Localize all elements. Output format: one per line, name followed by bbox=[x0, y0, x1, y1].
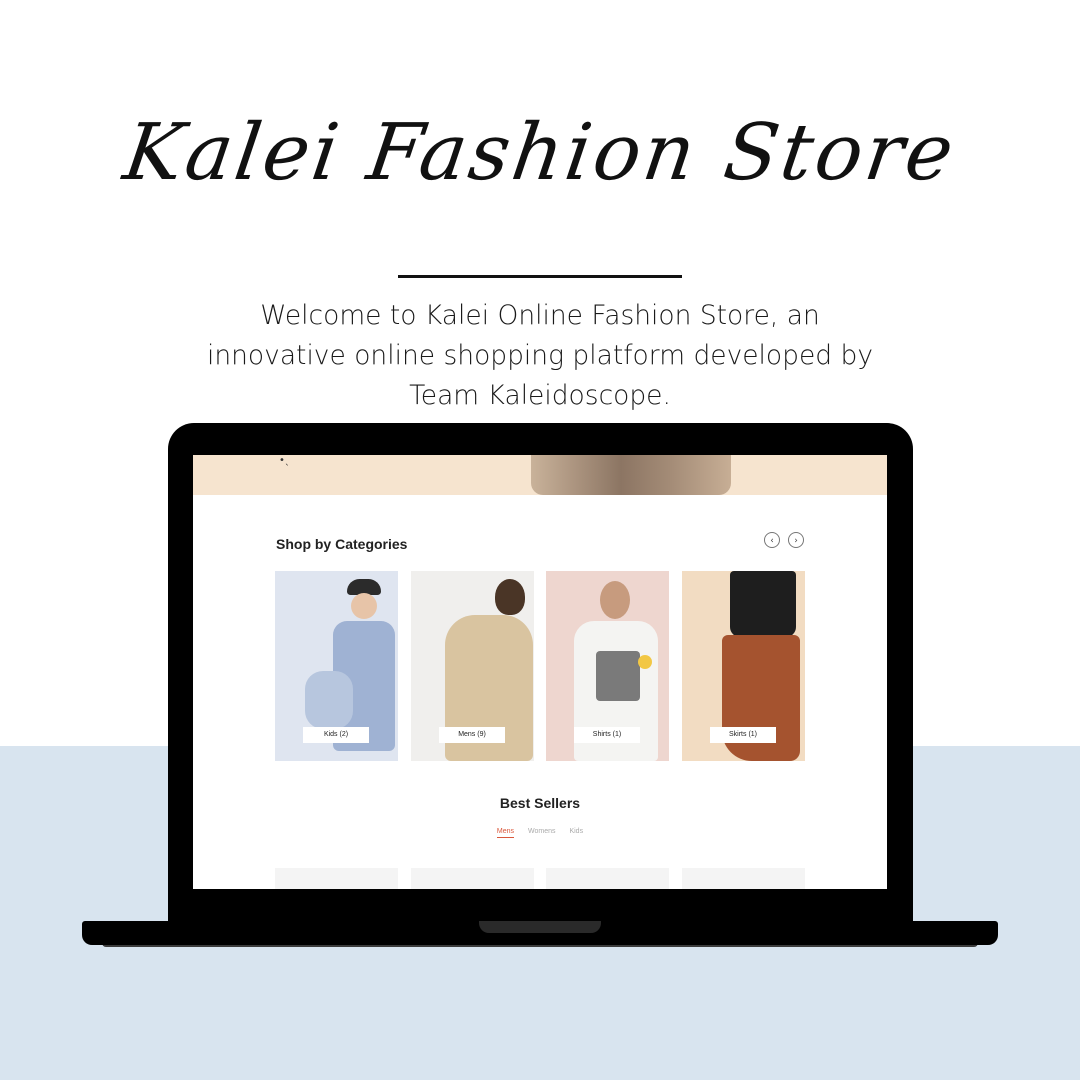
category-card-skirts[interactable]: Skirts (1) bbox=[682, 571, 805, 761]
shirts-print-image bbox=[596, 651, 640, 701]
site-logo-icon[interactable]: •ˎ bbox=[279, 455, 290, 466]
website-screen: •ˎ Shop by Categories ‹ › Kids (2) Mens … bbox=[193, 455, 887, 889]
tab-womens[interactable]: Womens bbox=[528, 828, 556, 835]
intro-line-3: Team Kaleidoscope. bbox=[409, 380, 671, 411]
intro-text: Welcome to Kalei Online Fashion Store, a… bbox=[180, 296, 900, 416]
product-card[interactable] bbox=[275, 868, 398, 889]
category-label-kids: Kids (2) bbox=[303, 727, 369, 743]
intro-line-2: innovative online shopping platform deve… bbox=[206, 340, 874, 371]
shirts-head-image bbox=[600, 581, 630, 619]
skirts-top-image bbox=[730, 571, 796, 637]
best-sellers-heading: Best Sellers bbox=[499, 795, 581, 811]
intro-line-1: Welcome to Kalei Online Fashion Store, a… bbox=[260, 300, 820, 331]
category-label-mens: Mens (9) bbox=[439, 727, 505, 743]
category-card-mens[interactable]: Mens (9) bbox=[411, 571, 534, 761]
categories-heading: Shop by Categories bbox=[276, 536, 408, 552]
category-card-shirts[interactable]: Shirts (1) bbox=[546, 571, 669, 761]
product-card[interactable] bbox=[682, 868, 805, 889]
chevron-right-icon[interactable]: › bbox=[788, 532, 804, 548]
kids-face-image bbox=[351, 593, 377, 619]
category-label-skirts: Skirts (1) bbox=[710, 727, 776, 743]
store-title: Kalei Fashion Store bbox=[118, 108, 962, 198]
mens-head-image bbox=[495, 579, 525, 615]
best-sellers-tabs: Mens Womens Kids bbox=[193, 828, 887, 838]
tab-mens[interactable]: Mens bbox=[496, 828, 515, 838]
tab-kids[interactable]: Kids bbox=[569, 828, 583, 835]
title-divider bbox=[398, 275, 682, 278]
laptop-hinge-notch bbox=[479, 921, 601, 933]
kids-bag-image bbox=[305, 671, 353, 729]
category-label-shirts: Shirts (1) bbox=[574, 727, 640, 743]
chevron-left-icon[interactable]: ‹ bbox=[764, 532, 780, 548]
product-card[interactable] bbox=[546, 868, 669, 889]
product-card[interactable] bbox=[411, 868, 534, 889]
hero-banner: •ˎ bbox=[193, 455, 887, 495]
shirts-print-sun-image bbox=[638, 655, 652, 669]
hero-model-image bbox=[531, 455, 731, 495]
category-card-kids[interactable]: Kids (2) bbox=[275, 571, 398, 761]
